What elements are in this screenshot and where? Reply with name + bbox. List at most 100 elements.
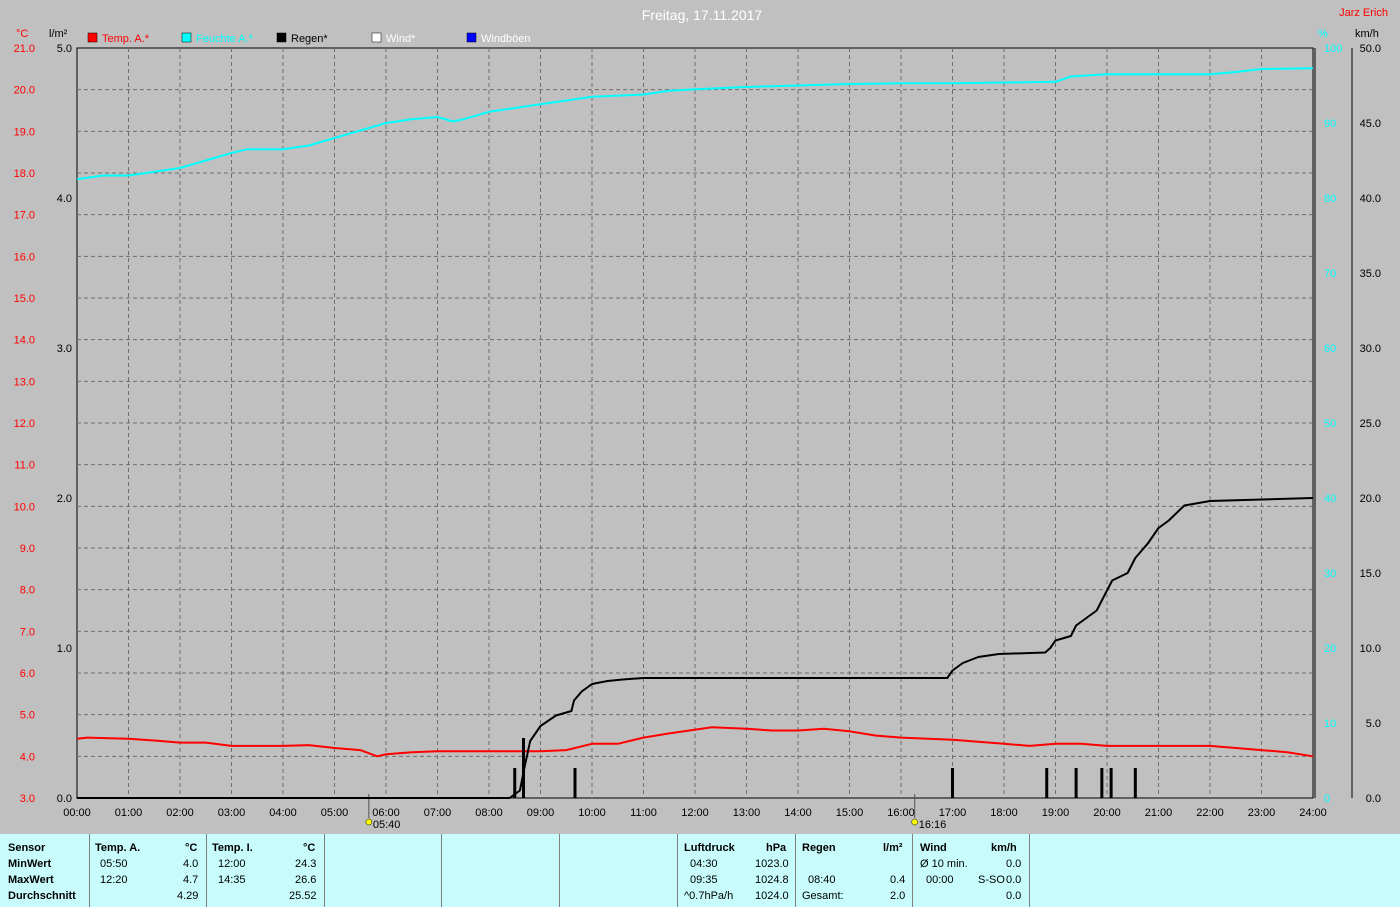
unit-humidity: % — [1318, 28, 1328, 40]
temp-i-min-time: 12:00 — [218, 858, 246, 870]
wind-title: Wind — [920, 842, 947, 854]
sunrise-icon — [365, 818, 373, 826]
humidity-tick-label: 80 — [1324, 193, 1336, 205]
grid — [76, 47, 1314, 799]
temp-a-max-val: 4.7 — [183, 874, 199, 886]
temp-tick-label: 4.0 — [20, 751, 35, 763]
humidity-tick-label: 70 — [1324, 268, 1336, 280]
time-tick-label: 12:00 — [681, 807, 709, 819]
temp-i-unit: °C — [303, 842, 316, 854]
temp-tick-label: 21.0 — [14, 43, 35, 55]
wind-max-time: 00:00 — [926, 874, 954, 886]
humidity-tick-label: 0 — [1324, 793, 1330, 805]
temp-tick-label: 13.0 — [14, 376, 35, 388]
rain-total-val: 2.0 — [890, 890, 906, 902]
pressure-title: Luftdruck — [684, 842, 735, 854]
wind-tick-label: 5.0 — [1366, 718, 1381, 730]
temp-a-min-val: 4.0 — [183, 858, 199, 870]
humidity-tick-label: 40 — [1324, 493, 1336, 505]
temp-tick-label: 6.0 — [20, 668, 35, 680]
temp-i-max-time: 14:35 — [218, 874, 246, 886]
time-tick-label: 06:00 — [372, 807, 400, 819]
temp-tick-label: 8.0 — [20, 585, 35, 597]
unit-rain: l/m² — [49, 28, 68, 40]
time-tick-label: 23:00 — [1248, 807, 1276, 819]
divider — [795, 834, 796, 907]
pressure-unit: hPa — [766, 842, 787, 854]
wind-avg-label: Ø 10 min. — [920, 858, 968, 870]
rain-unit: l/m² — [883, 842, 903, 854]
time-tick-label: 19:00 — [1042, 807, 1070, 819]
divider — [206, 834, 207, 907]
rain-tick-label: 0.0 — [57, 793, 72, 805]
temp-i-max-val: 26.6 — [295, 874, 317, 886]
divider — [677, 834, 678, 907]
sunrise-label: 05:40 — [373, 819, 401, 831]
time-tick-label: 09:00 — [527, 807, 555, 819]
time-tick-label: 15:00 — [836, 807, 864, 819]
wind-tick-label: 30.0 — [1360, 343, 1381, 355]
row-label-min: MinWert — [8, 858, 52, 870]
rain-title: Regen — [802, 842, 836, 854]
time-tick-label: 00:00 — [63, 807, 91, 819]
temp-i-title: Temp. I. — [212, 842, 253, 854]
legend-label: Feuchte A.* — [196, 33, 254, 45]
humidity-tick-label: 100 — [1324, 43, 1342, 55]
time-tick-label: 18:00 — [990, 807, 1018, 819]
time-tick-label: 14:00 — [784, 807, 812, 819]
wind-tick-label: 15.0 — [1360, 568, 1381, 580]
humidity-tick-label: 30 — [1324, 568, 1336, 580]
rain-tick-label: 4.0 — [57, 193, 72, 205]
divider — [89, 834, 90, 907]
time-tick-label: 22:00 — [1196, 807, 1224, 819]
time-tick-label: 08:00 — [475, 807, 503, 819]
rain-tick-label: 5.0 — [57, 43, 72, 55]
temp-tick-label: 3.0 — [20, 793, 35, 805]
time-tick-label: 04:00 — [269, 807, 297, 819]
wind-tick-label: 35.0 — [1360, 268, 1381, 280]
station-name: Jarz Erich — [1339, 7, 1388, 19]
pressure-min-val: 1023.0 — [755, 858, 789, 870]
temp-tick-label: 19.0 — [14, 126, 35, 138]
rain-tick-label: 2.0 — [57, 493, 72, 505]
sunset-icon — [911, 818, 918, 826]
unit-temp: °C — [16, 28, 28, 40]
time-tick-label: 03:00 — [218, 807, 246, 819]
divider — [324, 834, 325, 907]
humidity-tick-label: 20 — [1324, 643, 1336, 655]
rain-max-time: 08:40 — [808, 874, 836, 886]
pressure-max-val: 1024.8 — [755, 874, 789, 886]
time-tick-label: 13:00 — [733, 807, 761, 819]
time-tick-label: 02:00 — [166, 807, 194, 819]
time-tick-label: 11:00 — [630, 807, 657, 819]
temp-tick-label: 20.0 — [14, 85, 35, 97]
rain-max-val: 0.4 — [890, 874, 906, 886]
legend-label: Wind* — [386, 33, 416, 45]
temp-tick-label: 9.0 — [20, 543, 35, 555]
humidity-tick-label: 60 — [1324, 343, 1336, 355]
time-tick-label: 05:00 — [321, 807, 349, 819]
time-tick-label: 21:00 — [1145, 807, 1173, 819]
wind-avg-val: 0.0 — [1006, 858, 1022, 870]
time-tick-label: 16:00 — [887, 807, 915, 819]
temp-tick-label: 12.0 — [14, 418, 35, 430]
row-label-sensor: Sensor — [8, 842, 46, 854]
time-tick-label: 01:00 — [115, 807, 143, 819]
time-tick-label: 17:00 — [939, 807, 967, 819]
unit-wind: km/h — [1355, 28, 1379, 40]
wind-max-val: 0.0 — [1006, 874, 1022, 886]
wind-tick-label: 0.0 — [1366, 793, 1381, 805]
pressure-max-time: 09:35 — [690, 874, 718, 886]
wind-tick-label: 50.0 — [1360, 43, 1381, 55]
humidity-tick-label: 50 — [1324, 418, 1336, 430]
pressure-trend-val: 1024.0 — [755, 890, 789, 902]
time-tick-label: 20:00 — [1093, 807, 1121, 819]
chart-title: Freitag, 17.11.2017 — [642, 7, 763, 23]
divider — [912, 834, 913, 907]
humidity-tick-label: 10 — [1324, 718, 1336, 730]
legend-label: Regen* — [291, 33, 328, 45]
temp-a-min-time: 05:50 — [100, 858, 128, 870]
pressure-trend-label: ^0.7hPa/h — [684, 890, 734, 902]
temp-a-max-time: 12:20 — [100, 874, 128, 886]
sunset-label: 16:16 — [919, 819, 947, 831]
